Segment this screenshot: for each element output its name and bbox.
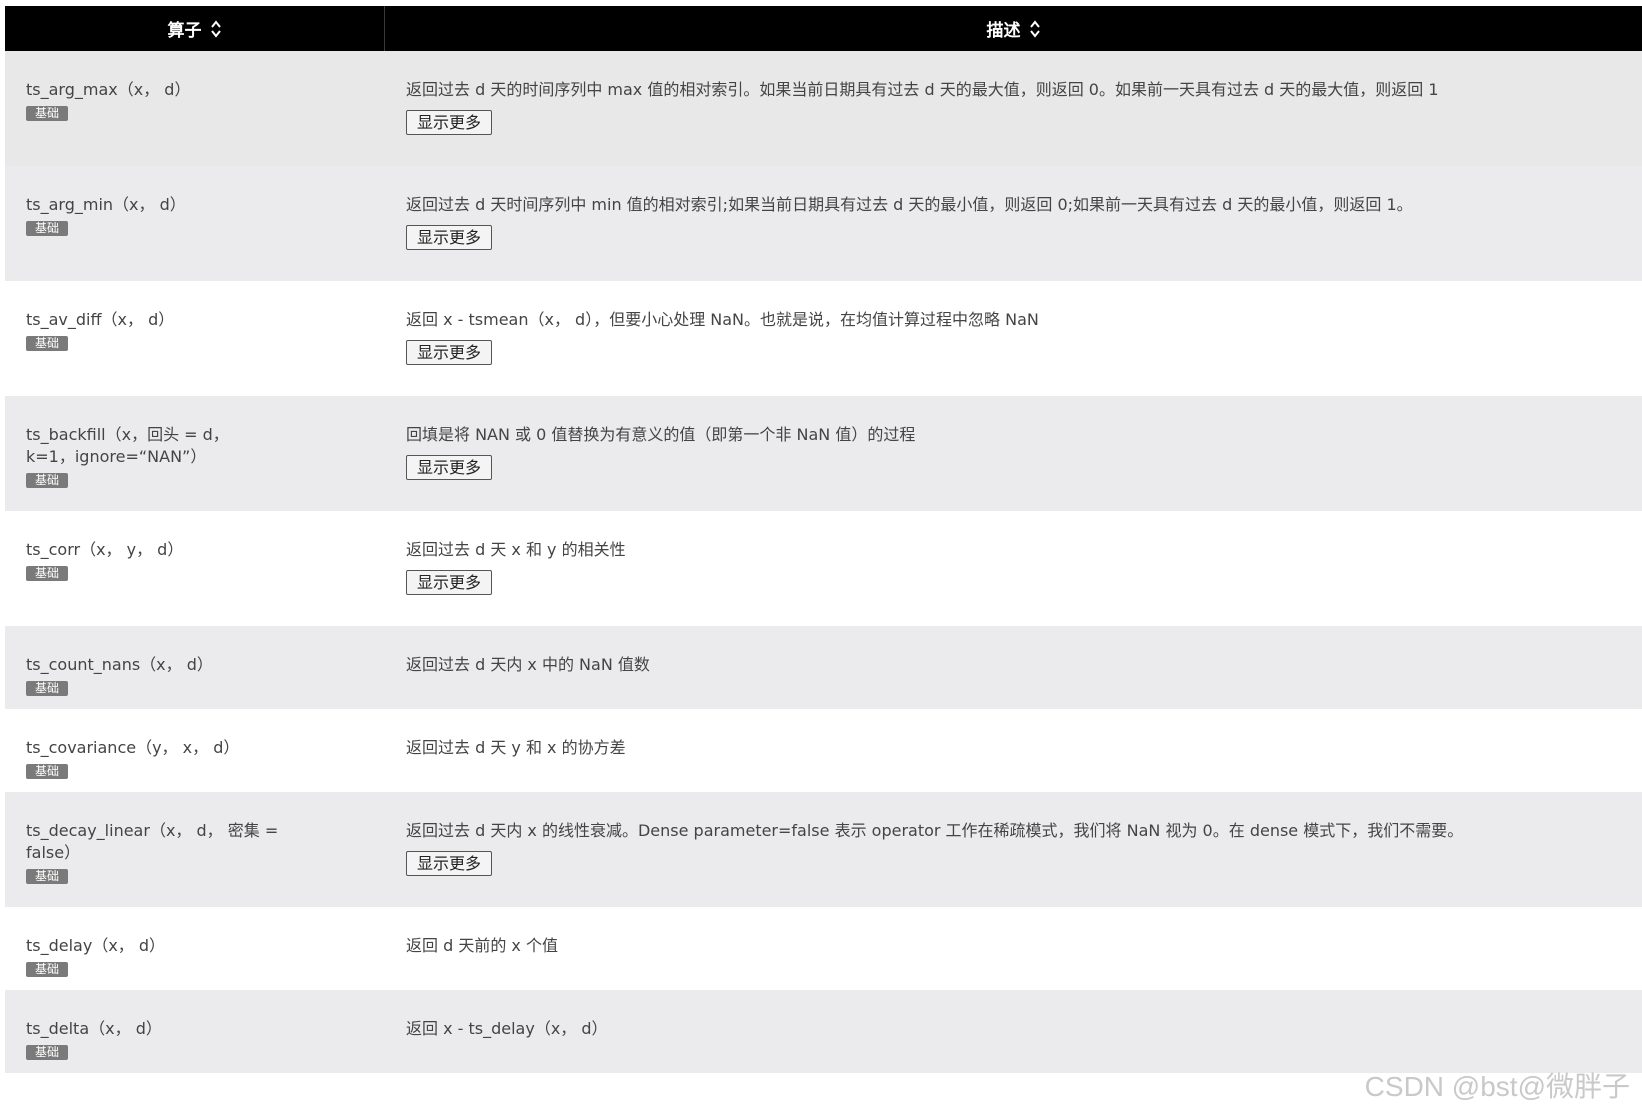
basic-badge: 基础 — [26, 764, 69, 779]
watermark-text: CSDN @bst@微胖子 — [1364, 1071, 1630, 1102]
description-cell: 回填是将 NAN 或 0 值替换为有意义的值（即第一个非 NaN 值）的过程 显… — [385, 396, 1642, 511]
description-cell: 返回 x - tsmean（x， d），但要小心处理 NaN。也就是说，在均值计… — [385, 281, 1642, 396]
operator-name: ts_arg_max（x， d） — [26, 80, 191, 99]
description-text: 回填是将 NAN 或 0 值替换为有意义的值（即第一个非 NaN 值）的过程 — [406, 425, 916, 444]
basic-badge: 基础 — [26, 566, 69, 581]
operator-name: ts_backfill（x，回头 = d， k=1，ignore=“NAN”） — [26, 425, 229, 466]
operator-cell: ts_backfill（x，回头 = d， k=1，ignore=“NAN”） … — [5, 396, 385, 511]
operator-cell: ts_count_nans（x， d） 基础 — [5, 626, 385, 709]
description-cell: 返回过去 d 天内 x 中的 NaN 值数 — [385, 626, 1642, 709]
description-cell: 返回过去 d 天 y 和 x 的协方差 — [385, 709, 1642, 792]
operator-name: ts_av_diff（x， d） — [26, 310, 175, 329]
show-more-button[interactable]: 显示更多 — [406, 570, 493, 595]
description-text: 返回过去 d 天时间序列中 min 值的相对索引;如果当前日期具有过去 d 天的… — [406, 195, 1413, 214]
description-cell: 返回过去 d 天 x 和 y 的相关性 显示更多 — [385, 511, 1642, 626]
description-text: 返回过去 d 天 x 和 y 的相关性 — [406, 540, 626, 559]
table-row: ts_arg_max（x， d） 基础 返回过去 d 天的时间序列中 max 值… — [5, 51, 1642, 166]
basic-badge: 基础 — [26, 962, 69, 977]
operator-cell: ts_arg_min（x， d） 基础 — [5, 166, 385, 281]
description-text: 返回 x - tsmean（x， d），但要小心处理 NaN。也就是说，在均值计… — [406, 310, 1039, 329]
description-cell: 返回过去 d 天内 x 的线性衰减。Dense parameter=false … — [385, 792, 1642, 907]
show-more-button[interactable]: 显示更多 — [406, 110, 493, 135]
table-row: ts_corr（x， y， d） 基础 返回过去 d 天 x 和 y 的相关性 … — [5, 511, 1642, 626]
operator-name: ts_delay（x， d） — [26, 936, 166, 955]
table-row: ts_covariance（y， x， d） 基础 返回过去 d 天 y 和 x… — [5, 709, 1642, 792]
table-row: ts_decay_linear（x， d， 密集 = false） 基础 返回过… — [5, 792, 1642, 907]
table-row: ts_arg_min（x， d） 基础 返回过去 d 天时间序列中 min 值的… — [5, 166, 1642, 281]
operator-cell: ts_covariance（y， x， d） 基础 — [5, 709, 385, 792]
description-cell: 返回过去 d 天的时间序列中 max 值的相对索引。如果当前日期具有过去 d 天… — [385, 51, 1642, 166]
table-row: ts_delay（x， d） 基础 返回 d 天前的 x 个值 — [5, 907, 1642, 990]
description-text: 返回过去 d 天内 x 的线性衰减。Dense parameter=false … — [406, 821, 1464, 840]
description-text: 返回 d 天前的 x 个值 — [406, 936, 558, 955]
description-cell: 返回 d 天前的 x 个值 — [385, 907, 1642, 990]
basic-badge: 基础 — [26, 221, 69, 236]
operator-cell: ts_arg_max（x， d） 基础 — [5, 51, 385, 166]
show-more-button[interactable]: 显示更多 — [406, 851, 493, 876]
operator-cell: ts_av_diff（x， d） 基础 — [5, 281, 385, 396]
basic-badge: 基础 — [26, 1045, 69, 1060]
description-text: 返回过去 d 天 y 和 x 的协方差 — [406, 738, 626, 757]
table-row: ts_av_diff（x， d） 基础 返回 x - tsmean（x， d），… — [5, 281, 1642, 396]
operator-name: ts_decay_linear（x， d， 密集 = false） — [26, 821, 279, 862]
column-header-description-label: 描述 — [986, 21, 1021, 41]
operator-name: ts_delta（x， d） — [26, 1019, 162, 1038]
operator-name: ts_covariance（y， x， d） — [26, 738, 240, 757]
operator-cell: ts_decay_linear（x， d， 密集 = false） 基础 — [5, 792, 385, 907]
operator-name: ts_arg_min（x， d） — [26, 195, 186, 214]
table-row: ts_count_nans（x， d） 基础 返回过去 d 天内 x 中的 Na… — [5, 626, 1642, 709]
basic-badge: 基础 — [26, 869, 69, 884]
operator-cell: ts_corr（x， y， d） 基础 — [5, 511, 385, 626]
table-header: 算子 描述 — [5, 6, 1642, 51]
description-text: 返回过去 d 天的时间序列中 max 值的相对索引。如果当前日期具有过去 d 天… — [406, 80, 1439, 99]
operator-cell: ts_delay（x， d） 基础 — [5, 907, 385, 990]
show-more-button[interactable]: 显示更多 — [406, 225, 493, 250]
basic-badge: 基础 — [26, 336, 69, 351]
show-more-button[interactable]: 显示更多 — [406, 340, 493, 365]
basic-badge: 基础 — [26, 106, 69, 121]
sort-updown-icon[interactable] — [210, 19, 222, 39]
column-header-operator[interactable]: 算子 — [5, 6, 385, 51]
operator-name: ts_corr（x， y， d） — [26, 540, 184, 559]
description-cell: 返回过去 d 天时间序列中 min 值的相对索引;如果当前日期具有过去 d 天的… — [385, 166, 1642, 281]
column-header-description[interactable]: 描述 — [385, 6, 1642, 51]
description-text: 返回过去 d 天内 x 中的 NaN 值数 — [406, 655, 650, 674]
operator-table: 算子 描述 ts_arg_max（x， d） 基础 返回过去 d 天的时间序列中… — [5, 6, 1642, 1073]
table-row: ts_backfill（x，回头 = d， k=1，ignore=“NAN”） … — [5, 396, 1642, 511]
operator-name: ts_count_nans（x， d） — [26, 655, 213, 674]
column-header-operator-label: 算子 — [167, 21, 202, 41]
description-cell: 返回 x - ts_delay（x， d） — [385, 990, 1642, 1073]
operator-cell: ts_delta（x， d） 基础 — [5, 990, 385, 1073]
table-row: ts_delta（x， d） 基础 返回 x - ts_delay（x， d） — [5, 990, 1642, 1073]
show-more-button[interactable]: 显示更多 — [406, 455, 493, 480]
sort-updown-icon[interactable] — [1029, 19, 1041, 39]
basic-badge: 基础 — [26, 681, 69, 696]
description-text: 返回 x - ts_delay（x， d） — [406, 1019, 608, 1038]
basic-badge: 基础 — [26, 473, 69, 488]
